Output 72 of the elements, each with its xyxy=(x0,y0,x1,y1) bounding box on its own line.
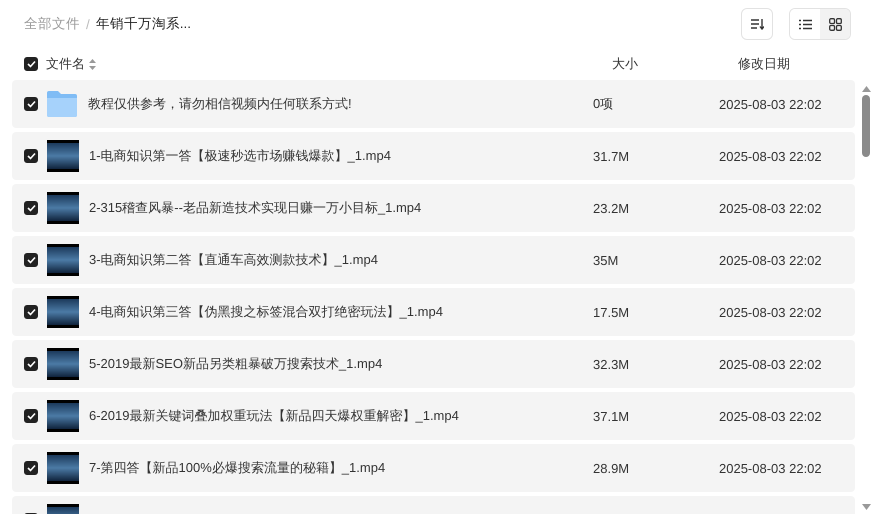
scrollbar-thumb[interactable] xyxy=(862,95,870,157)
file-name: 4-电商知识第三答【伪黑搜之标签混合双打绝密玩法】_1.mp4 xyxy=(89,303,444,321)
file-size: 0项 xyxy=(593,95,614,113)
row-checkbox[interactable] xyxy=(24,149,38,163)
column-header[interactable]: 文件名 xyxy=(46,55,85,73)
file-name: 3-电商知识第二答【直通车高效测款技术】_1.mp4 xyxy=(89,251,379,269)
row-checkbox[interactable] xyxy=(24,97,38,111)
scroll-down-icon[interactable] xyxy=(862,504,870,510)
video-thumbnail xyxy=(47,400,79,432)
video-thumbnail xyxy=(47,244,79,276)
modified-date: 2025-08-03 22:02 xyxy=(719,96,823,112)
sort-button[interactable] xyxy=(741,8,773,40)
file-name: 1-电商知识第一答【极速秒选市场赚钱爆款】_1.mp4 xyxy=(89,147,392,165)
modified-date: 2025-08-03 22:02 xyxy=(719,200,823,216)
folder-icon xyxy=(46,90,78,118)
scroll-up-icon[interactable] xyxy=(862,86,870,92)
video-thumbnail xyxy=(47,348,79,380)
modified-date: 2025-08-03 22:02 xyxy=(719,356,823,372)
file-size: 37.1M xyxy=(593,408,630,424)
file-name: 6-2019最新关键词叠加权重玩法【新品四天爆权重解密】_1.mp4 xyxy=(89,407,460,425)
grid-view-button[interactable] xyxy=(820,9,850,39)
file-row[interactable]: 3-电商知识第二答【直通车高效测款技术】_1.mp4 35M 2025-08-03 22:02 xyxy=(12,236,855,284)
check-icon xyxy=(26,412,36,420)
file-row[interactable]: 教程仅供参考，请勿相信视频内任何联系方式! 0项 2025-08-03 22:02 xyxy=(12,80,855,128)
file-row[interactable]: 6-2019最新关键词叠加权重玩法【新品四天爆权重解密】_1.mp4 37.1M 2025-08-03 22:02 xyxy=(12,392,855,440)
file-name: 5-2019最新SEO新品另类粗暴破万搜索技术_1.mp4 xyxy=(89,355,384,373)
column-header[interactable]: 大小 xyxy=(612,55,738,73)
sort-icon[interactable] xyxy=(89,58,96,70)
file-row[interactable]: 7-第四答【新品100%必爆搜索流量的秘籍】_1.mp4 28.9M 2025-08-03 22:02 xyxy=(12,444,855,492)
row-checkbox[interactable] xyxy=(24,305,38,319)
row-checkbox[interactable] xyxy=(24,461,38,475)
check-icon xyxy=(26,308,36,316)
file-size: 28.9M xyxy=(593,460,630,476)
select-all-checkbox[interactable] xyxy=(24,57,38,71)
video-thumbnail xyxy=(47,452,79,484)
grid-icon xyxy=(828,18,842,30)
file-size: 35M xyxy=(593,252,620,268)
check-icon xyxy=(26,60,36,68)
file-size: 23.2M xyxy=(593,200,630,216)
modified-date: 2025-08-03 22:02 xyxy=(719,460,823,476)
file-row[interactable]: 4-电商知识第三答【伪黑搜之标签混合双打绝密玩法】_1.mp4 17.5M 2025-08-03 22:02 xyxy=(12,288,855,336)
modified-date: 2025-08-03 22:02 xyxy=(719,252,823,268)
row-checkbox[interactable] xyxy=(24,253,38,267)
file-row[interactable]: 1-电商知识第一答【极速秒选市场赚钱爆款】_1.mp4 31.7M 2025-08-03 22:02 xyxy=(12,132,855,180)
column-header[interactable]: 修改日期 xyxy=(738,55,874,73)
file-size: 32.3M xyxy=(593,356,630,372)
file-row[interactable]: 2-315稽查风暴--老品新造技术实现日赚一万小目标_1.mp4 23.2M 2025-08-03 22:02 xyxy=(12,184,855,232)
video-thumbnail xyxy=(47,140,79,172)
list-icon xyxy=(798,18,812,30)
modified-date: 2025-08-03 22:02 xyxy=(719,148,823,164)
check-icon xyxy=(26,464,36,472)
modified-date: 2025-08-03 22:02 xyxy=(719,408,823,424)
breadcrumb-separator: / xyxy=(86,16,90,32)
row-checkbox[interactable] xyxy=(24,201,38,215)
check-icon xyxy=(26,256,36,264)
modified-date: 2025-08-03 22:02 xyxy=(719,304,823,320)
video-thumbnail xyxy=(47,296,79,328)
file-name: 7-第四答【新品100%必爆搜索流量的秘籍】_1.mp4 xyxy=(89,459,386,477)
breadcrumb-item: 年销千万淘系... xyxy=(96,15,192,33)
sort-icon xyxy=(750,18,764,30)
file-name: 2-315稽查风暴--老品新造技术实现日赚一万小目标_1.mp4 xyxy=(89,199,422,217)
video-thumbnail xyxy=(47,192,79,224)
row-checkbox[interactable] xyxy=(24,409,38,423)
check-icon xyxy=(26,100,36,108)
file-size: 17.5M xyxy=(593,304,630,320)
row-checkbox[interactable] xyxy=(24,357,38,371)
check-icon xyxy=(26,152,36,160)
check-icon xyxy=(26,360,36,368)
file-row[interactable]: 5-2019最新SEO新品另类粗暴破万搜索技术_1.mp4 32.3M 2025-08-03 22:02 xyxy=(12,340,855,388)
check-icon xyxy=(26,204,36,212)
file-size: 31.7M xyxy=(593,148,630,164)
file-name: 教程仅供参考，请勿相信视频内任何联系方式! xyxy=(88,95,353,113)
